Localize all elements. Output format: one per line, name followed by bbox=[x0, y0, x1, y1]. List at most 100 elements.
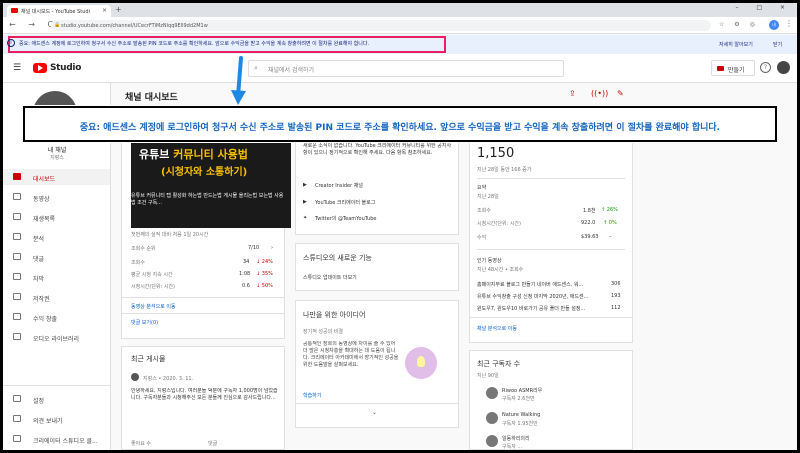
ideas-title: 나만을 위한 아이디어 bbox=[303, 311, 366, 319]
sidebar-item-videos[interactable]: 동영상 bbox=[3, 189, 110, 205]
new-tab-button[interactable]: + bbox=[115, 5, 122, 14]
help-icon[interactable]: ? bbox=[760, 62, 771, 73]
metric-label: 평균 시청 지속 시간 bbox=[131, 272, 173, 278]
video-analytics-link[interactable]: 동영상 분석으로 이동 bbox=[131, 303, 176, 310]
popular-period: 지난 48시간 • 조회수 bbox=[477, 267, 524, 273]
subscribers-period: 지난 90일 bbox=[477, 373, 499, 379]
sidebar-item-label: 의견 보내기 bbox=[33, 418, 63, 425]
subscriber-avatar[interactable] bbox=[486, 435, 498, 447]
metric-label: 시청시간(단위: 시간) bbox=[131, 284, 175, 290]
subscriber-avatar[interactable] bbox=[486, 387, 498, 399]
sidebar-item-classic-studio[interactable]: 크리에이터 스튜디오 클... bbox=[3, 431, 110, 447]
performance-note: 첫번째의 실적 대비 처음 1일 20시간 bbox=[131, 232, 209, 238]
extension-icons[interactable]: ☆ ⚙ ◎ bbox=[719, 21, 759, 28]
video-thumbnail[interactable]: 유튜브 커뮤니티 사용법 (시청자와 소통하기) bbox=[131, 138, 291, 228]
url-field[interactable]: 🔒 studio.youtube.com/channel/UCecrFTiMzN… bbox=[51, 20, 711, 31]
profile-avatar[interactable]: 내 bbox=[769, 20, 779, 30]
subscriber-name[interactable]: 일동하리의리 bbox=[502, 435, 530, 442]
learn-link[interactable]: 학습하기 bbox=[303, 392, 321, 399]
sidebar-item-feedback[interactable]: 의견 보내기 bbox=[3, 411, 110, 427]
subscriber-delta: 지난 28일 동안 166 증가 bbox=[477, 167, 532, 173]
sidebar-item-dashboard[interactable]: 대시보드 bbox=[3, 169, 110, 185]
creator-blog-link[interactable]: YouTube 크리에이터 블로그 bbox=[315, 199, 375, 206]
chevron-right-icon[interactable]: › bbox=[271, 245, 273, 251]
dismiss-link[interactable]: 닫기 bbox=[773, 41, 782, 48]
divider bbox=[477, 178, 625, 179]
view-comments-link[interactable]: 댓글 보기(0) bbox=[131, 319, 158, 326]
upload-icon[interactable]: ⇪ bbox=[569, 89, 576, 98]
browser-tab[interactable]: 채널 대시보드 - YouTube Studi × bbox=[7, 5, 111, 17]
news-link-icon: ▶ bbox=[303, 182, 307, 188]
sidebar-item-audio-library[interactable]: 오디오 라이브러리 bbox=[3, 329, 110, 345]
divider bbox=[469, 317, 633, 318]
summary-period: 지난 28일 bbox=[477, 194, 499, 200]
sidebar-item-label: 크리에이터 스튜디오 클... bbox=[33, 438, 98, 445]
popular-video-title[interactable]: 유튜브 수익창출 구성 신청 마지막 2020년, 애드센... bbox=[477, 293, 607, 300]
live-icon[interactable]: ((•)) bbox=[591, 89, 608, 98]
studio-updates-link[interactable]: 스튜디오 업데이트 더보기 bbox=[303, 274, 357, 281]
window-controls[interactable]: – □ × bbox=[735, 4, 793, 11]
youtube-favicon-icon bbox=[11, 8, 18, 13]
browser-menu-icon[interactable]: ⋮ bbox=[785, 19, 793, 28]
search-input[interactable]: ⌕ 채널에서 검색하기 bbox=[248, 60, 564, 77]
popular-video-views: 306 bbox=[611, 281, 621, 287]
metric-value: $39.63 bbox=[581, 234, 599, 240]
annotation-callout: 중요: 애드센스 계정에 로그인하여 청구서 수신 주소로 발송된 PIN 코드… bbox=[23, 106, 777, 142]
tab-title: 채널 대시보드 - YouTube Studi bbox=[21, 9, 90, 15]
popular-video-title[interactable]: 홈페이지무료 블로그 만들기 네이버 애드센스, 워... bbox=[477, 281, 607, 288]
sidebar-item-playlists[interactable]: 재생목록 bbox=[3, 209, 110, 225]
divider bbox=[121, 313, 285, 314]
sidebar-item-label: 수익 창출 bbox=[33, 316, 57, 323]
address-bar: ← → C 🔒 studio.youtube.com/channel/UCecr… bbox=[3, 17, 797, 34]
metric-label: 조회수 bbox=[131, 260, 145, 266]
metric-value: 922.0 bbox=[581, 220, 596, 226]
sidebar-item-analytics[interactable]: 분석 bbox=[3, 229, 110, 245]
sidebar-item-monetization[interactable]: 수익 창출 bbox=[3, 309, 110, 325]
popular-video-title[interactable]: 윈도우7, 윈도우10 바로가기 공유 폴더 만들 설정... bbox=[477, 305, 607, 312]
copyright-icon bbox=[13, 293, 21, 300]
subscriber-name[interactable]: Nature Walking bbox=[502, 412, 540, 418]
summary-title: 요약 bbox=[477, 185, 487, 191]
comment-icon bbox=[13, 253, 21, 260]
create-label: 만들기 bbox=[728, 67, 745, 74]
hamburger-menu-icon[interactable]: ☰ bbox=[13, 63, 21, 73]
sidebar-item-comments[interactable]: 댓글 bbox=[3, 249, 110, 265]
tab-close-icon[interactable]: × bbox=[102, 7, 107, 14]
sidebar-item-label: 오디오 라이브러리 bbox=[33, 336, 80, 343]
metric-delta: – bbox=[609, 234, 612, 240]
dollar-icon bbox=[13, 313, 21, 320]
sidebar-item-label: 자막 bbox=[33, 276, 45, 283]
learn-more-link[interactable]: 자세히 알아보기 bbox=[719, 41, 753, 48]
divider bbox=[295, 403, 459, 404]
callout-text: 중요: 애드센스 계정에 로그인하여 청구서 수신 주소로 발송된 PIN 코드… bbox=[79, 123, 721, 133]
channel-label: 내 채널 bbox=[47, 147, 67, 154]
search-placeholder: 채널에서 검색하기 bbox=[268, 67, 315, 74]
account-avatar[interactable] bbox=[777, 61, 790, 74]
sidebar-item-copyright[interactable]: 저작권 bbox=[3, 289, 110, 305]
sidebar-divider bbox=[3, 385, 110, 386]
studio-header: ☰ Studio ⌕ 채널에서 검색하기 만들기 ? bbox=[3, 54, 797, 83]
thumbnail-line1: 유튜브 커뮤니티 사용법 bbox=[139, 146, 248, 162]
subscriber-count: 1,150 bbox=[477, 146, 515, 161]
post-text: 안녕하세요, 지렁스입니다. 여러분들 덕분에 구독자 1,000명이 넘었습니… bbox=[131, 388, 278, 401]
channel-name: 지렁스 bbox=[50, 155, 64, 161]
sidebar-item-settings[interactable]: 설정 bbox=[3, 391, 110, 407]
notice-text: 중요: 애드센스 계정에 로그인하여 청구서 수신 주소로 발송된 PIN 코드… bbox=[19, 41, 370, 47]
dashboard-icon bbox=[13, 173, 21, 180]
studio-logo-text[interactable]: Studio bbox=[50, 63, 81, 73]
youtube-logo-icon[interactable] bbox=[33, 63, 47, 73]
sidebar-item-subtitles[interactable]: 자막 bbox=[3, 269, 110, 285]
chevron-down-icon[interactable]: ⌄ bbox=[372, 409, 377, 416]
comments-header: 댓글 bbox=[208, 441, 218, 447]
subscriber-name[interactable]: Riwoo ASMR리우 bbox=[502, 387, 542, 394]
classic-studio-icon bbox=[13, 435, 21, 442]
create-button[interactable]: 만들기 bbox=[711, 60, 755, 76]
likes-header: 좋아요 수 bbox=[131, 441, 151, 447]
url-text: studio.youtube.com/channel/UCecrFTiMzNiq… bbox=[61, 23, 208, 29]
metric-label: 조회수 bbox=[477, 208, 491, 214]
edit-icon[interactable]: ✎ bbox=[617, 89, 624, 98]
channel-analytics-link[interactable]: 채널 분석으로 이동 bbox=[477, 325, 517, 332]
creator-insider-link[interactable]: Creator Insider 채널 bbox=[315, 182, 363, 189]
twitter-link[interactable]: Twitter의 @TeamYouTube bbox=[315, 215, 377, 222]
subscriber-avatar[interactable] bbox=[486, 412, 498, 424]
